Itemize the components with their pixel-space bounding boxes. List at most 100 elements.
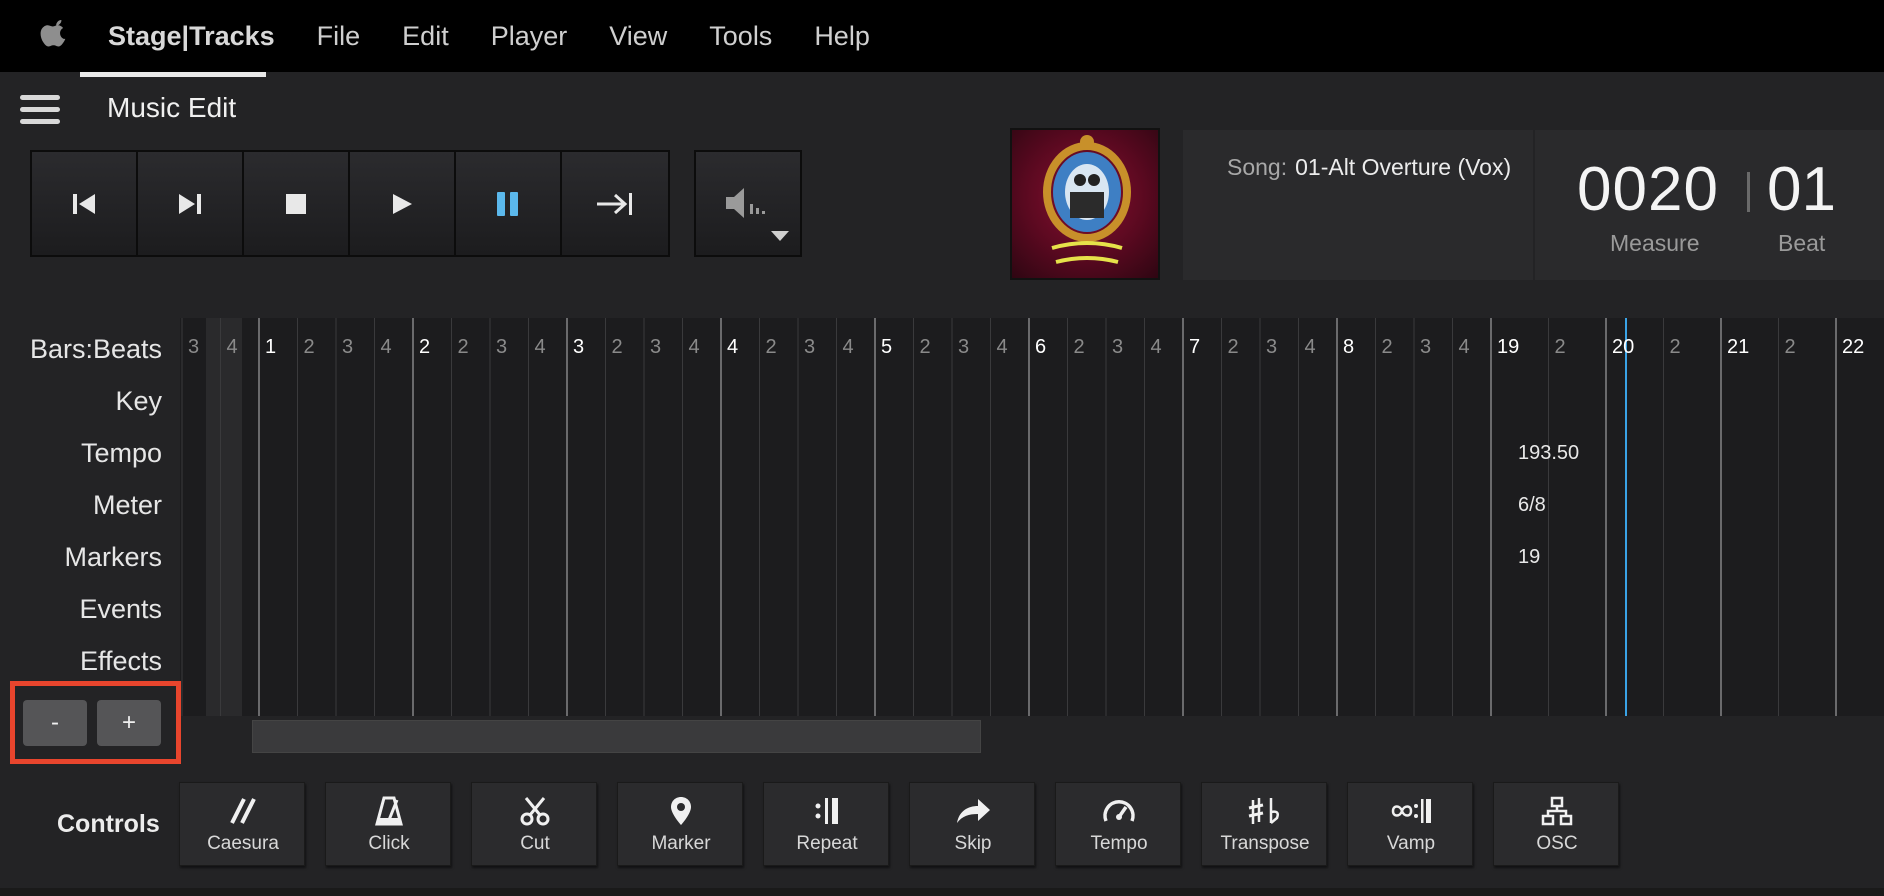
marker-event[interactable]: 19 (1518, 546, 1540, 569)
repeat-sign-icon (764, 795, 890, 827)
timeline-inner: 193.50 6/8 19 23412342234323442345234623… (180, 318, 1884, 716)
bar-number: 4 (727, 336, 739, 358)
beat-number: 4 (1458, 336, 1470, 358)
beat-number: 3 (1266, 336, 1278, 358)
zoom-out-button[interactable]: - (23, 700, 87, 746)
beat-number: 2 (1554, 336, 1566, 358)
menu-app-name[interactable]: Stage|Tracks (108, 21, 275, 52)
bar-number: 6 (1035, 336, 1047, 358)
beat-number: 3 (1420, 336, 1432, 358)
beat-number: 2 (919, 336, 931, 358)
bar-number: 21 (1727, 336, 1750, 358)
track-label-tempo: Tempo (80, 438, 162, 468)
speaker-icon (726, 188, 765, 218)
beat-number: 4 (226, 336, 238, 358)
control-vamp-button[interactable]: Vamp (1347, 782, 1473, 866)
control-label: Marker (651, 833, 711, 854)
measure-label: Measure (1610, 230, 1700, 256)
menu-help[interactable]: Help (814, 21, 870, 52)
skip-forward-button[interactable] (138, 152, 244, 255)
control-transpose-button[interactable]: Transpose (1201, 782, 1327, 866)
bottom-strip (0, 888, 1884, 896)
apple-icon[interactable] (40, 20, 68, 52)
beat-number: 4 (1150, 336, 1162, 358)
control-label: Click (368, 833, 410, 854)
menu-view[interactable]: View (609, 21, 667, 52)
play-button[interactable] (350, 152, 456, 255)
beat-number: 4 (534, 336, 546, 358)
beat-number: 2 (611, 336, 623, 358)
go-to-end-button[interactable] (562, 152, 668, 255)
track-label-effects: Effects (79, 646, 162, 676)
stop-button[interactable] (244, 152, 350, 255)
control-marker-button[interactable]: Marker (617, 782, 743, 866)
position-counter: 0020 01 Measure Beat (1533, 130, 1884, 280)
timeline-preroll-shade (206, 318, 242, 716)
control-repeat-button[interactable]: Repeat (763, 782, 889, 866)
pause-icon (497, 191, 518, 216)
control-caesura-button[interactable]: Caesura (179, 782, 305, 866)
bar-number: 3 (573, 336, 585, 358)
page-title: Music Edit (107, 92, 237, 123)
song-title: Song: 01-Alt Overture (Vox) (1227, 152, 1517, 182)
bar-number: 2 (419, 336, 431, 358)
track-labels: Bars:Beats Key Tempo Meter Markers Event… (0, 318, 180, 716)
track-label-bars-beats: Bars:Beats (29, 334, 162, 364)
control-label: Tempo (1090, 833, 1148, 854)
hamburger-menu-icon[interactable] (20, 95, 60, 129)
control-label: Caesura (207, 833, 279, 854)
beat-number: 2 (765, 336, 777, 358)
beat-number: 3 (650, 336, 662, 358)
control-osc-button[interactable]: OSC (1493, 782, 1619, 866)
track-label-events: Events (79, 594, 162, 624)
beat-number: 3 (958, 336, 970, 358)
meter-event[interactable]: 6/8 (1518, 494, 1546, 517)
zoom-in-button[interactable]: + (97, 700, 161, 746)
controls-label: Controls (57, 810, 160, 838)
bar-number: 19 (1497, 336, 1520, 358)
beat-number: 2 (1669, 336, 1681, 358)
sharp-flat-icon (1202, 795, 1328, 827)
skip-forward-icon (179, 193, 201, 214)
control-skip-button[interactable]: Skip (909, 782, 1035, 866)
menu-player[interactable]: Player (491, 21, 568, 52)
metronome-icon (326, 795, 452, 827)
play-icon (393, 193, 412, 214)
timeline-grid[interactable]: 193.50 6/8 19 23412342234323442345234623… (180, 318, 1884, 716)
tempo-event[interactable]: 193.50 (1518, 442, 1579, 465)
beat-number: 3 (804, 336, 816, 358)
control-click-button[interactable]: Click (325, 782, 451, 866)
skip-back-button[interactable] (32, 152, 138, 255)
track-label-markers: Markers (64, 542, 162, 572)
song-name: 01-Alt Overture (Vox) (1295, 154, 1512, 180)
caesura-icon (180, 795, 306, 827)
skip-back-icon (73, 193, 95, 214)
track-label-meter: Meter (92, 490, 162, 520)
gauge-icon (1056, 795, 1182, 827)
network-icon (1494, 795, 1620, 827)
pause-button[interactable] (456, 152, 562, 255)
menu-file[interactable]: File (317, 21, 361, 52)
menu-bar: Stage|Tracks File Edit Player View Tools… (0, 0, 1884, 72)
beat-number: 3 (1112, 336, 1124, 358)
menu-tools[interactable]: Tools (709, 21, 772, 52)
beat-number: 2 (457, 336, 469, 358)
beat-number: 2 (1784, 336, 1796, 358)
bar-number: 5 (881, 336, 893, 358)
menu-edit[interactable]: Edit (402, 21, 449, 52)
control-label: Vamp (1386, 833, 1436, 854)
timeline-scrollbar-thumb[interactable] (252, 720, 981, 753)
control-label: Transpose (1220, 833, 1310, 854)
control-cut-button[interactable]: Cut (471, 782, 597, 866)
transport-controls (30, 150, 670, 257)
album-artwork (1010, 128, 1160, 280)
control-label: OSC (1536, 833, 1578, 854)
volume-button[interactable] (694, 150, 802, 257)
beat-number: 2 (1227, 336, 1239, 358)
control-tempo-button[interactable]: Tempo (1055, 782, 1181, 866)
beat-number: 3 (188, 336, 200, 358)
beat-number: 4 (688, 336, 700, 358)
stop-icon (286, 193, 306, 214)
beat-number: 2 (1073, 336, 1085, 358)
map-pin-icon (618, 795, 744, 827)
